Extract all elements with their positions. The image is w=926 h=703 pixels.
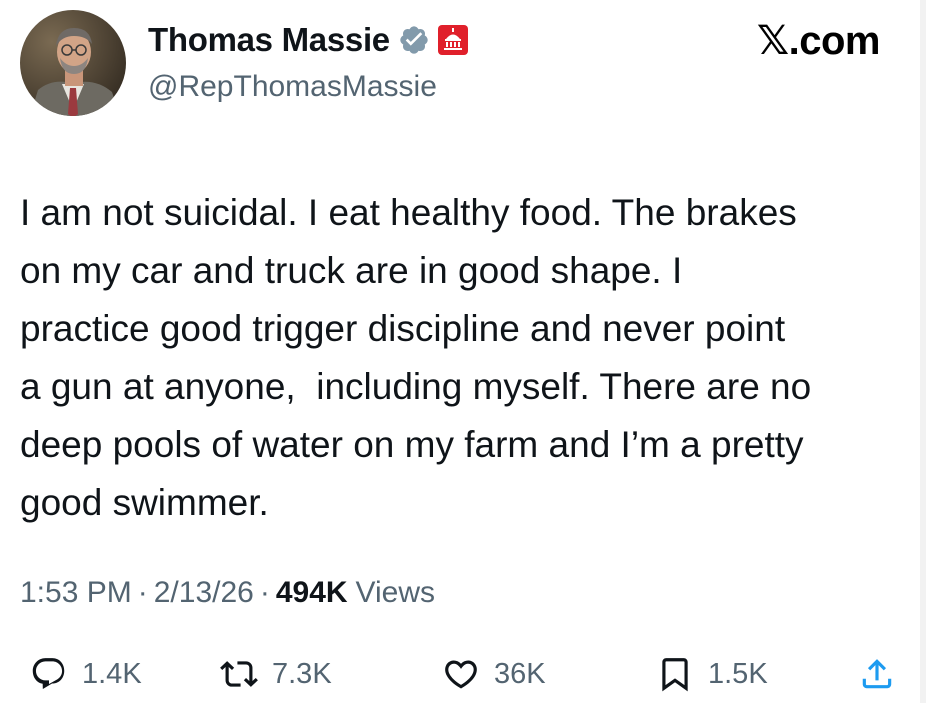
x-logo-brand: 𝕏.com [756, 19, 881, 63]
verified-badge-icon[interactable] [398, 24, 430, 56]
meta-separator: · [137, 576, 148, 609]
avatar[interactable] [20, 10, 126, 116]
meta-separator: · [259, 576, 270, 609]
reply-button[interactable]: 1.4K [30, 652, 142, 696]
tweet-text: I am not suicidal. I eat healthy food. T… [20, 184, 910, 532]
reply-count: 1.4K [82, 657, 142, 690]
tweet-line: on my car and truck are in good shape. I [20, 250, 683, 291]
tweet-time[interactable]: 1:53 PM [20, 576, 132, 610]
tweet-line: practice good trigger discipline and nev… [20, 308, 786, 349]
window-edge [920, 0, 926, 703]
retweet-button[interactable]: 7.3K [220, 652, 332, 696]
like-button[interactable]: 36K [442, 652, 546, 696]
tweet-line: a gun at anyone, including myself. There… [20, 366, 812, 407]
tweet-date[interactable]: 2/13/26 [154, 576, 254, 610]
views-count[interactable]: 494K [276, 576, 348, 610]
views-label: Views [355, 576, 436, 609]
retweet-icon [220, 661, 258, 687]
retweet-count: 7.3K [272, 657, 332, 690]
capitol-dome-badge-icon[interactable] [437, 25, 468, 55]
action-bar: 1.4K 7.3K 36K 1.5K [20, 652, 910, 696]
reply-icon [32, 658, 65, 690]
tweet-line: I am not suicidal. I eat healthy food. T… [20, 192, 797, 233]
author-name-row: Thomas Massie [148, 18, 468, 62]
bookmark-count: 1.5K [708, 657, 768, 690]
display-name[interactable]: Thomas Massie [148, 21, 390, 59]
profile-photo [20, 10, 126, 116]
tweet-line: good swimmer. [20, 482, 269, 523]
bookmark-icon [662, 658, 688, 692]
heart-icon [445, 660, 477, 689]
like-count: 36K [494, 657, 546, 690]
tweet-line: deep pools of water on my farm and I’m a… [20, 424, 804, 465]
user-handle[interactable]: @RepThomasMassie [148, 70, 437, 104]
share-icon [862, 659, 892, 689]
bookmark-button[interactable]: 1.5K [656, 652, 768, 696]
tweet-meta: 1:53 PM · 2/13/26 · 494K Views [20, 576, 435, 610]
share-button[interactable] [858, 652, 896, 696]
